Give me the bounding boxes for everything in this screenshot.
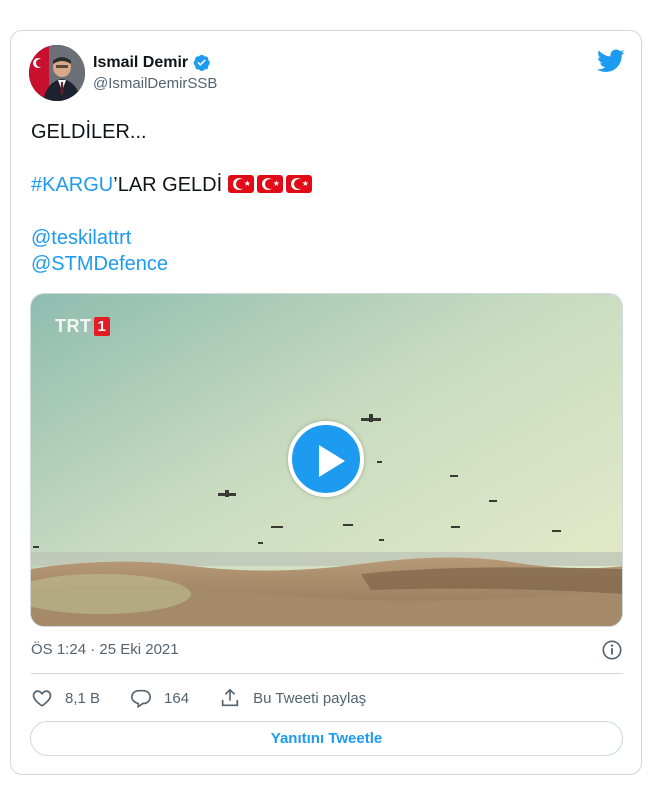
turkish-flag-emoji: ★ <box>256 175 283 193</box>
turkish-flag-emoji: ★ <box>285 175 312 193</box>
tweet-line-2-text: ’LAR GELDİ <box>113 174 223 196</box>
share-button[interactable]: Bu Tweeti paylaş <box>219 687 366 709</box>
reply-icon <box>131 689 152 709</box>
tweet-text: GELDİLER... #KARGU’LAR GELDİ ★ ★ ★ @teskil… <box>31 119 621 277</box>
channel-logo: TRT 1 <box>55 316 111 337</box>
twitter-bird-icon[interactable] <box>597 49 625 73</box>
play-icon[interactable] <box>288 421 364 497</box>
heart-icon <box>32 690 52 707</box>
share-icon <box>221 688 239 707</box>
reply-button[interactable]: 164 <box>130 687 189 709</box>
like-count: 8,1 B <box>65 689 101 707</box>
timestamp-link[interactable]: ÖS 1:24 · 25 Eki 2021 <box>31 641 179 658</box>
divider <box>31 673 623 674</box>
tweet-reply-button[interactable]: Yanıtını Tweetle <box>30 721 623 756</box>
mention-link-1[interactable]: @teskilattrt <box>31 225 621 251</box>
tweet-card[interactable]: Ismail Demir @IsmailDemirSSB GELDİLER...… <box>10 30 642 775</box>
turkish-flag-emoji: ★ <box>227 175 254 193</box>
hashtag-link[interactable]: #KARGU <box>31 174 113 196</box>
verified-badge-icon <box>192 53 211 72</box>
info-icon[interactable] <box>601 639 623 661</box>
video-player[interactable]: TRT 1 <box>30 293 623 627</box>
tweet-meta: ÖS 1:24 · 25 Eki 2021 <box>31 639 623 663</box>
avatar[interactable] <box>29 45 85 101</box>
tweet-line-1: GELDİLER... <box>31 121 147 143</box>
mention-link-2[interactable]: @STMDefence <box>31 251 621 277</box>
like-button[interactable]: 8,1 B <box>31 687 100 709</box>
reply-count: 164 <box>164 689 190 707</box>
tweet-line-2: #KARGU’LAR GELDİ ★ ★ ★ <box>31 172 621 198</box>
tweet-header: Ismail Demir @IsmailDemirSSB <box>29 45 625 105</box>
action-bar: 8,1 B 164 Bu Tweeti paylaş <box>31 683 623 713</box>
author-display-name[interactable]: Ismail Demir <box>93 54 188 72</box>
share-label: Bu Tweeti paylaş <box>253 689 367 707</box>
author-handle[interactable]: @IsmailDemirSSB <box>93 75 217 92</box>
